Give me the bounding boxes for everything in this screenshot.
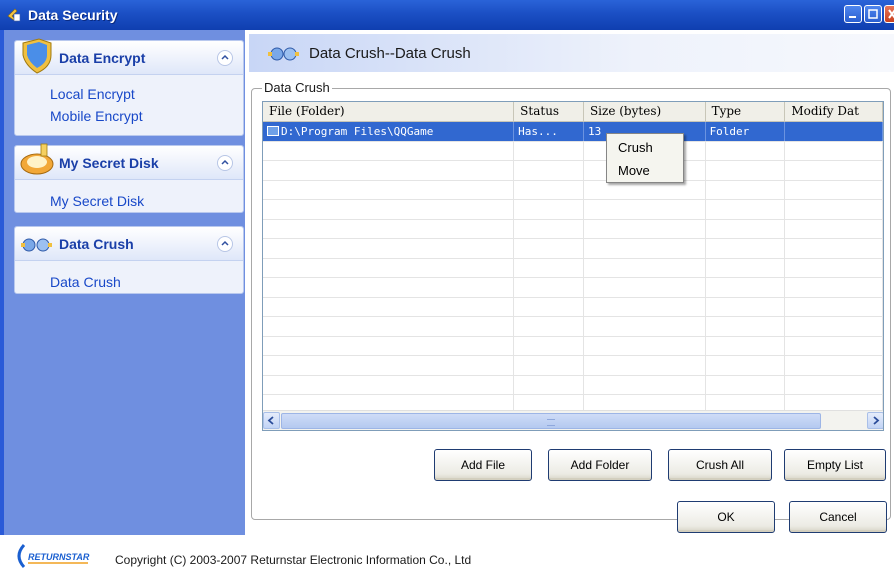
- copyright-text: Copyright (C) 2003-2007 Returnstar Elect…: [115, 553, 472, 567]
- column-header-status[interactable]: Status: [514, 102, 584, 121]
- empty-row: [263, 375, 883, 395]
- sidebar-group-header[interactable]: My Secret Disk: [15, 143, 243, 180]
- sidebar-item-my-secret-disk[interactable]: My Secret Disk: [15, 190, 243, 212]
- page-title: Data Crush--Data Crush: [309, 44, 471, 62]
- empty-row: [263, 336, 883, 356]
- arrow-left-icon: [267, 416, 274, 425]
- title-bar: Data Security: [0, 0, 894, 30]
- sidebar-group-data-crush: Data Crush Data Crush: [14, 226, 244, 294]
- cell-file: D:\Program Files\QQGame: [281, 125, 434, 138]
- sidebar-item-mobile-encrypt[interactable]: Mobile Encrypt: [15, 105, 243, 127]
- logo-text: RETURNSTAR: [28, 552, 90, 562]
- menu-item-move[interactable]: Move: [607, 159, 683, 182]
- arrow-right-icon: [873, 416, 880, 425]
- crush-all-button[interactable]: Crush All: [668, 449, 772, 481]
- empty-row: [263, 356, 883, 376]
- horizontal-scrollbar[interactable]: [263, 410, 883, 430]
- sidebar-group-header[interactable]: Data Crush: [15, 227, 243, 261]
- column-header-file[interactable]: File (Folder): [263, 102, 515, 121]
- section-label: Data Crush: [262, 80, 332, 95]
- close-button[interactable]: [884, 5, 894, 23]
- disk-icon: [20, 143, 54, 174]
- ok-button[interactable]: OK: [677, 501, 775, 533]
- menu-item-crush[interactable]: Crush: [607, 136, 683, 159]
- empty-list-button[interactable]: Empty List: [784, 449, 886, 481]
- crush-icon: [21, 238, 52, 251]
- collapse-button[interactable]: [217, 50, 233, 66]
- sidebar-item-local-encrypt[interactable]: Local Encrypt: [15, 83, 243, 105]
- collapse-button[interactable]: [217, 155, 233, 171]
- empty-row: [263, 317, 883, 337]
- empty-row: [263, 239, 883, 259]
- list-header: File (Folder) Status Size (bytes) Type M…: [263, 102, 883, 122]
- close-icon: [888, 9, 894, 19]
- sidebar-group-data-encrypt: Data Encrypt Local Encrypt Mobile Encryp…: [14, 37, 244, 136]
- scroll-thumb[interactable]: [281, 412, 821, 429]
- empty-row: [263, 278, 883, 298]
- scroll-left-button[interactable]: [263, 412, 280, 429]
- cell-type: Folder: [706, 122, 786, 141]
- add-folder-button[interactable]: Add Folder: [548, 449, 652, 481]
- data-crush-group: Data Crush File (Folder) Status Size (by…: [251, 80, 891, 520]
- sidebar-group-label: My Secret Disk: [59, 154, 159, 171]
- empty-row: [263, 258, 883, 278]
- chevron-up-icon: [221, 240, 229, 246]
- empty-row: [263, 161, 883, 181]
- app-icon: [7, 8, 21, 22]
- maximize-icon: [868, 9, 878, 19]
- sidebar-item-data-crush[interactable]: Data Crush: [15, 271, 243, 293]
- add-file-button[interactable]: Add File: [434, 449, 532, 481]
- window-title: Data Security: [28, 7, 118, 23]
- collapse-button[interactable]: [217, 236, 233, 252]
- folder-icon: [267, 126, 279, 136]
- empty-row: [263, 180, 883, 200]
- column-header-type[interactable]: Type: [706, 102, 786, 121]
- cell-modify-date: [785, 122, 883, 141]
- crush-icon: [268, 47, 299, 61]
- chevron-up-icon: [221, 159, 229, 165]
- shield-icon: [22, 37, 52, 74]
- list-body: D:\Program Files\QQGame Has... 13 Folder: [263, 122, 883, 415]
- maximize-button[interactable]: [864, 5, 882, 23]
- empty-row: [263, 219, 883, 239]
- cell-status: Has...: [514, 122, 584, 141]
- sidebar-group-my-secret-disk: My Secret Disk My Secret Disk: [14, 143, 244, 213]
- empty-row: [263, 200, 883, 220]
- empty-row: [263, 297, 883, 317]
- minimize-button[interactable]: [844, 5, 862, 23]
- context-menu: Crush Move: [606, 133, 684, 183]
- empty-row: [263, 141, 883, 161]
- sidebar: Data Encrypt Local Encrypt Mobile Encryp…: [0, 30, 245, 535]
- window-controls: [842, 5, 894, 23]
- page-header: Data Crush--Data Crush: [249, 34, 894, 72]
- column-header-size[interactable]: Size (bytes): [584, 102, 706, 121]
- scroll-right-button[interactable]: [867, 412, 883, 429]
- minimize-icon: [849, 16, 856, 18]
- column-header-modify-date[interactable]: Modify Dat: [785, 102, 883, 121]
- sidebar-group-header[interactable]: Data Encrypt: [15, 37, 243, 75]
- cancel-button[interactable]: Cancel: [789, 501, 887, 533]
- table-row[interactable]: D:\Program Files\QQGame Has... 13 Folder: [263, 122, 883, 142]
- file-list[interactable]: File (Folder) Status Size (bytes) Type M…: [262, 101, 884, 431]
- chevron-up-icon: [221, 54, 229, 60]
- sidebar-group-label: Data Crush: [59, 235, 134, 252]
- sidebar-group-label: Data Encrypt: [59, 49, 146, 66]
- returnstar-logo: RETURNSTAR: [17, 543, 90, 569]
- main-panel: Data Crush--Data Crush Data Crush File (…: [245, 30, 894, 535]
